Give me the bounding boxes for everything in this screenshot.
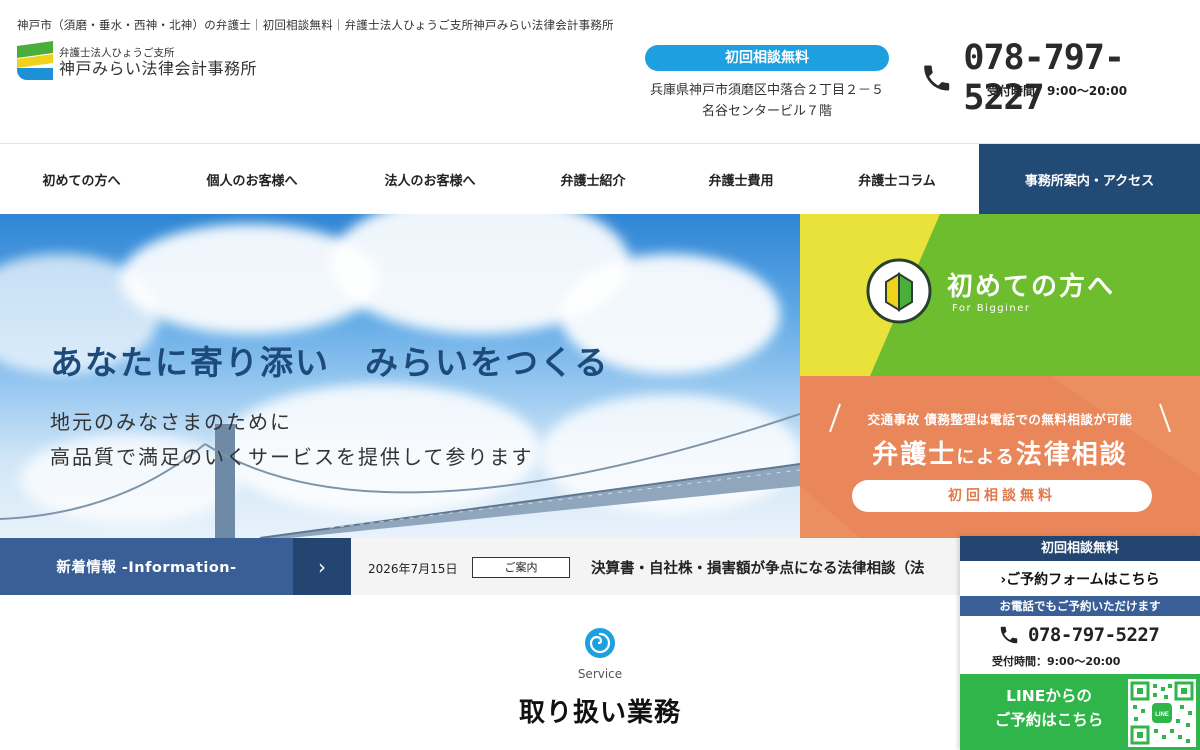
hero-title: あなたに寄り添い みらいをつくる [50,343,610,382]
logo-title: 神戸みらい法律会計事務所 [59,59,258,78]
chevron-right-icon: › [318,554,326,579]
reservation-form-label: ご予約フォームはこちら [1006,572,1160,588]
line-reservation-label: LINEからの ご予約はこちら [974,684,1124,732]
first-time-subtitle: For Bigginer [952,303,1031,314]
line-reservation-button[interactable]: LINEからの ご予約はこちら LINE [960,674,1200,750]
news-date: 2026年7月15日 [368,562,458,576]
lawyer-consult-note: 交通事故 債務整理は電話での無料相談が可能 [867,412,1133,427]
widget-header: 初回相談無料 [960,536,1200,561]
news-arrow-button[interactable]: › [293,538,351,595]
phone-reservation-header: お電話でもご予約いただけます [960,596,1200,616]
line-qr-code[interactable]: LINE [1128,679,1196,747]
address-line-2: 名谷センタービル７階 [701,104,832,119]
line-label-2: ご予約はこちら [994,711,1104,729]
header-phone-hours: 受付時間：9:00〜20:00 [987,84,1128,98]
header-phone[interactable]: 078-797-5227 [920,38,1200,118]
service-section-title: 取り扱い業務 [518,698,681,728]
site-logo[interactable]: 弁護士法人ひょうご支所 神戸みらい法律会計事務所 [17,40,258,80]
nav-item-individuals[interactable]: 個人のお客様へ [163,144,341,214]
lawyer-consult-title: 弁護士による法律相談 [800,434,1200,471]
widget-phone-hours: 受付時間：9:00〜20:00 [992,655,1121,668]
service-section-en: Service [577,667,623,681]
hero-line-1: 地元のみなさまのために [50,410,292,434]
phone-icon [924,65,950,91]
line-label-1: LINEからの [1006,687,1092,705]
header-phone-number[interactable]: 078-797-5227 [963,38,1200,118]
beginner-mark-icon [866,258,932,324]
news-category-tag: ご案内 [472,557,570,578]
office-address: 兵庫県神戸市須磨区中落合２丁目２－５ 名谷センタービル７階 [645,80,889,122]
hero-banner: あなたに寄り添い みらいをつくる 地元のみなさまのために 高品質で満足のいくサー… [0,214,800,538]
site-tagline: 神戸市（須磨・垂水・西神・北神）の弁護士｜初回相談無料｜弁護士法人ひょうご支所神… [17,18,614,32]
reservation-form-link[interactable]: ›ご予約フォームはこちら [960,565,1200,595]
logo-subtitle: 弁護士法人ひょうご支所 [59,47,175,59]
qr-line-label: LINE [1155,712,1169,718]
lawyer-title-part-3: 法律相談 [1015,440,1128,470]
hero-line-2: 高品質で満足のいくサービスを提供して参ります [50,445,534,469]
free-consult-button[interactable]: 初回相談無料 [852,480,1152,512]
news-label: 新着情報 -Information- [0,538,293,595]
lawyer-title-part-1: 弁護士 [872,440,957,470]
spiral-icon [585,628,615,658]
lawyer-title-part-2: による [956,447,1016,468]
nav-item-corporate[interactable]: 法人のお客様へ [341,144,519,214]
floating-reservation-widget: 初回相談無料 ›ご予約フォームはこちら お電話でもご予約いただけます 078-7… [960,536,1200,750]
address-line-1: 兵庫県神戸市須磨区中落合２丁目２－５ [649,83,884,98]
nav-item-lawyers[interactable]: 弁護士紹介 [519,144,667,214]
lawyer-consult-panel[interactable]: 交通事故 債務整理は電話での無料相談が可能 弁護士による法律相談 初回相談無料 [800,376,1200,538]
nav-item-first-time[interactable]: 初めての方へ [0,144,163,214]
news-title-link[interactable]: 決算書・自社株・損害額が争点になる法律相談（法 [591,557,961,578]
widget-phone-number[interactable]: 078-797-5227 [1028,624,1160,646]
first-time-title[interactable]: 初めての方へ [947,266,1115,303]
logo-mark-icon [17,40,53,80]
global-nav: 初めての方へ 個人のお客様へ 法人のお客様へ 弁護士紹介 弁護士費用 弁護士コラ… [0,143,1200,214]
widget-phone[interactable]: 078-797-5227 [998,624,1160,646]
free-consult-badge: 初回相談無料 [645,45,889,71]
nav-item-fees[interactable]: 弁護士費用 [667,144,815,214]
nav-item-column[interactable]: 弁護士コラム [815,144,979,214]
nav-item-access[interactable]: 事務所案内・アクセス [979,144,1200,214]
phone-icon [1000,626,1018,644]
